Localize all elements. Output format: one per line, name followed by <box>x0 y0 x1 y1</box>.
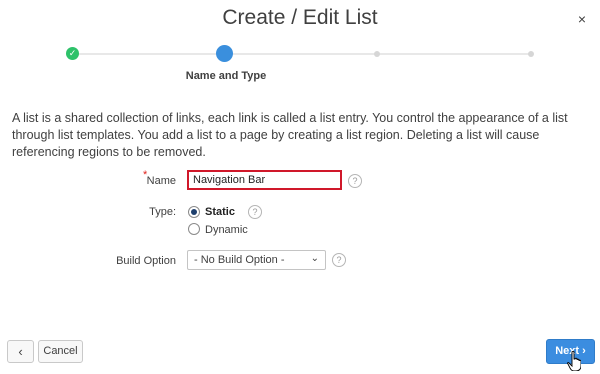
type-label: Type: <box>149 206 176 218</box>
dialog-title: Create / Edit List <box>222 6 378 29</box>
name-help-icon[interactable]: ? <box>348 174 362 188</box>
wizard-track <box>72 53 532 55</box>
radio-dynamic-label[interactable]: Dynamic <box>205 224 248 236</box>
create-edit-list-dialog: Create / Edit List × ✓ Name and Type A l… <box>0 0 600 374</box>
type-help-icon[interactable]: ? <box>248 205 262 219</box>
step-pending-indicator <box>528 51 534 57</box>
build-option-select[interactable]: - No Build Option - ⌄ <box>187 250 326 270</box>
list-description: A list is a shared collection of links, … <box>12 111 568 159</box>
type-row: Type: Static ? Dynamic <box>0 204 600 240</box>
step-current-indicator <box>216 45 233 62</box>
step-completed-check-icon: ✓ <box>66 47 79 60</box>
wizard-progress: ✓ Name and Type <box>66 44 536 84</box>
build-option-row: Build Option - No Build Option - ⌄ ? <box>0 250 600 270</box>
name-input[interactable] <box>187 170 342 190</box>
back-button[interactable]: ‹ <box>7 340 34 363</box>
cancel-button[interactable]: Cancel <box>38 340 83 363</box>
hand-cursor-icon <box>567 351 581 371</box>
name-label: Name <box>146 175 176 187</box>
current-step-label: Name and Type <box>185 70 267 82</box>
radio-static-label[interactable]: Static <box>205 206 235 218</box>
build-option-label: Build Option <box>116 255 176 267</box>
build-option-selected-value: - No Build Option - <box>194 254 285 266</box>
close-icon[interactable]: × <box>574 11 590 27</box>
build-option-help-icon[interactable]: ? <box>332 253 346 267</box>
radio-dynamic[interactable] <box>188 223 200 235</box>
chevron-down-icon: ⌄ <box>310 253 319 264</box>
name-row: * Name ? <box>0 169 600 190</box>
radio-static[interactable] <box>188 206 200 218</box>
step-pending-indicator <box>374 51 380 57</box>
